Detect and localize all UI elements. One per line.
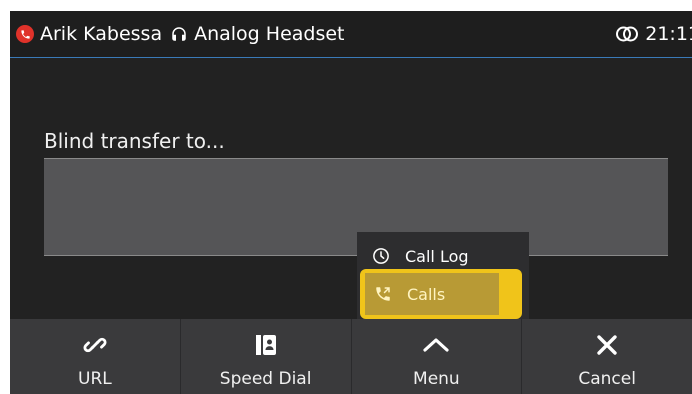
softkey-label: URL <box>78 369 112 389</box>
clock-time: 21:11 <box>645 23 692 45</box>
softkey-label: Menu <box>413 369 460 389</box>
softkey-menu[interactable]: Menu <box>352 319 523 394</box>
clock-icon <box>371 246 391 266</box>
phone-screen: Arik Kabessa Analog Headset 21:11 Blind … <box>10 11 692 394</box>
chevron-up-icon <box>422 331 450 359</box>
menu-item-label: Calls <box>407 284 446 304</box>
softkey-cancel[interactable]: Cancel <box>522 319 692 394</box>
link-icon <box>81 331 109 359</box>
active-call-icon <box>16 25 34 43</box>
menu-item-label: Call Log <box>405 246 469 266</box>
softkey-label: Cancel <box>578 369 636 389</box>
transfer-prompt: Blind transfer to... <box>44 129 225 153</box>
softkey-url[interactable]: URL <box>10 319 181 394</box>
transfer-number-input[interactable] <box>44 158 668 256</box>
conference-rings-icon <box>615 25 639 43</box>
softkey-bar: URL Speed Dial Menu Cancel <box>10 319 692 394</box>
audio-device-label: Analog Headset <box>194 23 345 45</box>
softkey-label: Speed Dial <box>219 369 312 389</box>
menu-item-calls[interactable]: Calls <box>365 273 515 315</box>
phone-transfer-icon <box>373 284 393 304</box>
close-icon <box>593 331 621 359</box>
headset-icon <box>170 25 188 43</box>
contact-book-icon <box>252 331 280 359</box>
status-bar: Arik Kabessa Analog Headset 21:11 <box>10 11 692 58</box>
status-left: Arik Kabessa Analog Headset <box>16 11 345 57</box>
status-right: 21:11 <box>615 11 692 57</box>
caller-name: Arik Kabessa <box>40 23 163 45</box>
softkey-speed-dial[interactable]: Speed Dial <box>181 319 352 394</box>
